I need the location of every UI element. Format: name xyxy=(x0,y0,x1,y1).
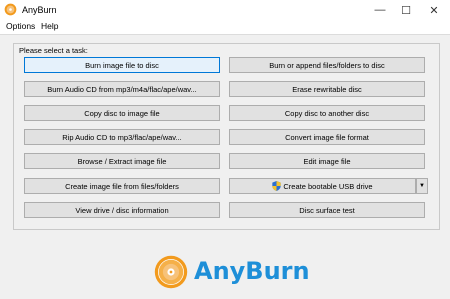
rip-audio-cd-button[interactable]: Rip Audio CD to mp3/flac/ape/wav... xyxy=(24,129,220,145)
close-button[interactable]: ✕ xyxy=(420,0,448,20)
maximize-button[interactable]: ☐ xyxy=(392,0,420,20)
chevron-down-icon: ▼ xyxy=(419,183,425,189)
anyburn-logo-icon xyxy=(154,255,188,289)
burn-image-button[interactable]: Burn image file to disc xyxy=(24,57,220,73)
copy-disc-to-image-button[interactable]: Copy disc to image file xyxy=(24,105,220,121)
disc-surface-test-button[interactable]: Disc surface test xyxy=(229,202,425,218)
create-image-button[interactable]: Create image file from files/folders xyxy=(24,178,220,194)
convert-image-button[interactable]: Convert image file format xyxy=(229,129,425,145)
maximize-icon: ☐ xyxy=(401,4,411,17)
view-drive-info-button[interactable]: View drive / disc information xyxy=(24,202,220,218)
brand-name: AnyBurn xyxy=(194,257,310,285)
menu-help[interactable]: Help xyxy=(41,21,58,31)
close-icon: ✕ xyxy=(429,4,439,17)
create-bootable-usb-button[interactable]: Create bootable USB drive xyxy=(229,178,416,194)
menu-bar: Options Help xyxy=(0,20,450,35)
task-prompt: Please select a task: xyxy=(19,46,88,55)
burn-audio-cd-button[interactable]: Burn Audio CD from mp3/m4a/flac/ape/wav.… xyxy=(24,81,220,97)
edit-image-button[interactable]: Edit image file xyxy=(229,153,425,169)
burn-append-button[interactable]: Burn or append files/folders to disc xyxy=(229,57,425,73)
uac-shield-icon xyxy=(272,181,282,191)
copy-disc-button[interactable]: Copy disc to another disc xyxy=(229,105,425,121)
bootable-usb-dropdown[interactable]: ▼ xyxy=(416,178,428,194)
window-title: AnyBurn xyxy=(22,5,57,15)
create-bootable-usb-label: Create bootable USB drive xyxy=(283,181,373,191)
anyburn-disc-icon xyxy=(4,3,17,16)
menu-options[interactable]: Options xyxy=(6,21,35,31)
minimize-icon: — xyxy=(374,4,386,16)
browse-extract-button[interactable]: Browse / Extract image file xyxy=(24,153,220,169)
title-bar: AnyBurn — ☐ ✕ xyxy=(0,0,450,20)
erase-disc-button[interactable]: Erase rewritable disc xyxy=(229,81,425,97)
minimize-button[interactable]: — xyxy=(366,0,394,20)
